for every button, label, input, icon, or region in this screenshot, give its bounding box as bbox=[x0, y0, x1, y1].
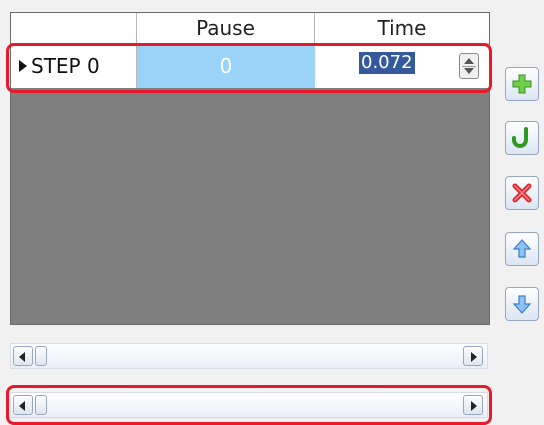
horizontal-scrollbar-2[interactable] bbox=[10, 392, 488, 418]
chevron-right-icon bbox=[471, 401, 477, 411]
add-step-button[interactable] bbox=[505, 67, 539, 101]
move-up-button[interactable] bbox=[505, 232, 539, 266]
spin-up-icon[interactable] bbox=[464, 58, 474, 64]
horizontal-scrollbar[interactable] bbox=[10, 343, 488, 369]
step-label: STEP 0 bbox=[31, 54, 100, 78]
header-pause-column[interactable]: Pause bbox=[137, 13, 315, 43]
step-grid[interactable]: Pause Time STEP 0 0 0.072 bbox=[10, 12, 490, 325]
time-spinner[interactable] bbox=[459, 53, 479, 79]
table-row[interactable]: STEP 0 0 0.072 bbox=[11, 44, 489, 88]
header-step-column[interactable] bbox=[11, 13, 137, 43]
grid-header: Pause Time bbox=[11, 13, 489, 44]
scroll-thumb[interactable] bbox=[35, 346, 47, 366]
time-value-input[interactable]: 0.072 bbox=[359, 52, 415, 74]
pause-cell[interactable]: 0 bbox=[137, 44, 315, 88]
scroll-thumb-2[interactable] bbox=[35, 395, 47, 415]
plus-icon bbox=[512, 74, 532, 94]
chevron-left-icon bbox=[19, 401, 25, 411]
scroll-right-button-2[interactable] bbox=[463, 395, 483, 415]
spin-down-icon[interactable] bbox=[464, 68, 474, 74]
scroll-right-button[interactable] bbox=[463, 346, 483, 366]
scroll-left-button[interactable] bbox=[13, 346, 33, 366]
scroll-left-button-2[interactable] bbox=[13, 395, 33, 415]
chevron-left-icon bbox=[19, 352, 25, 362]
step-cell[interactable]: STEP 0 bbox=[11, 44, 137, 88]
time-cell[interactable]: 0.072 bbox=[315, 44, 489, 88]
arrow-up-icon bbox=[512, 239, 532, 258]
insert-step-button[interactable] bbox=[505, 121, 539, 155]
spinner-divider bbox=[462, 66, 476, 67]
hook-icon bbox=[512, 127, 528, 148]
header-time-column[interactable]: Time bbox=[315, 13, 489, 43]
row-pointer-icon bbox=[19, 59, 27, 72]
delete-x-icon bbox=[512, 183, 532, 203]
chevron-right-icon bbox=[471, 352, 477, 362]
move-down-button[interactable] bbox=[505, 287, 539, 321]
arrow-down-icon bbox=[512, 295, 532, 314]
delete-step-button[interactable] bbox=[505, 176, 539, 210]
